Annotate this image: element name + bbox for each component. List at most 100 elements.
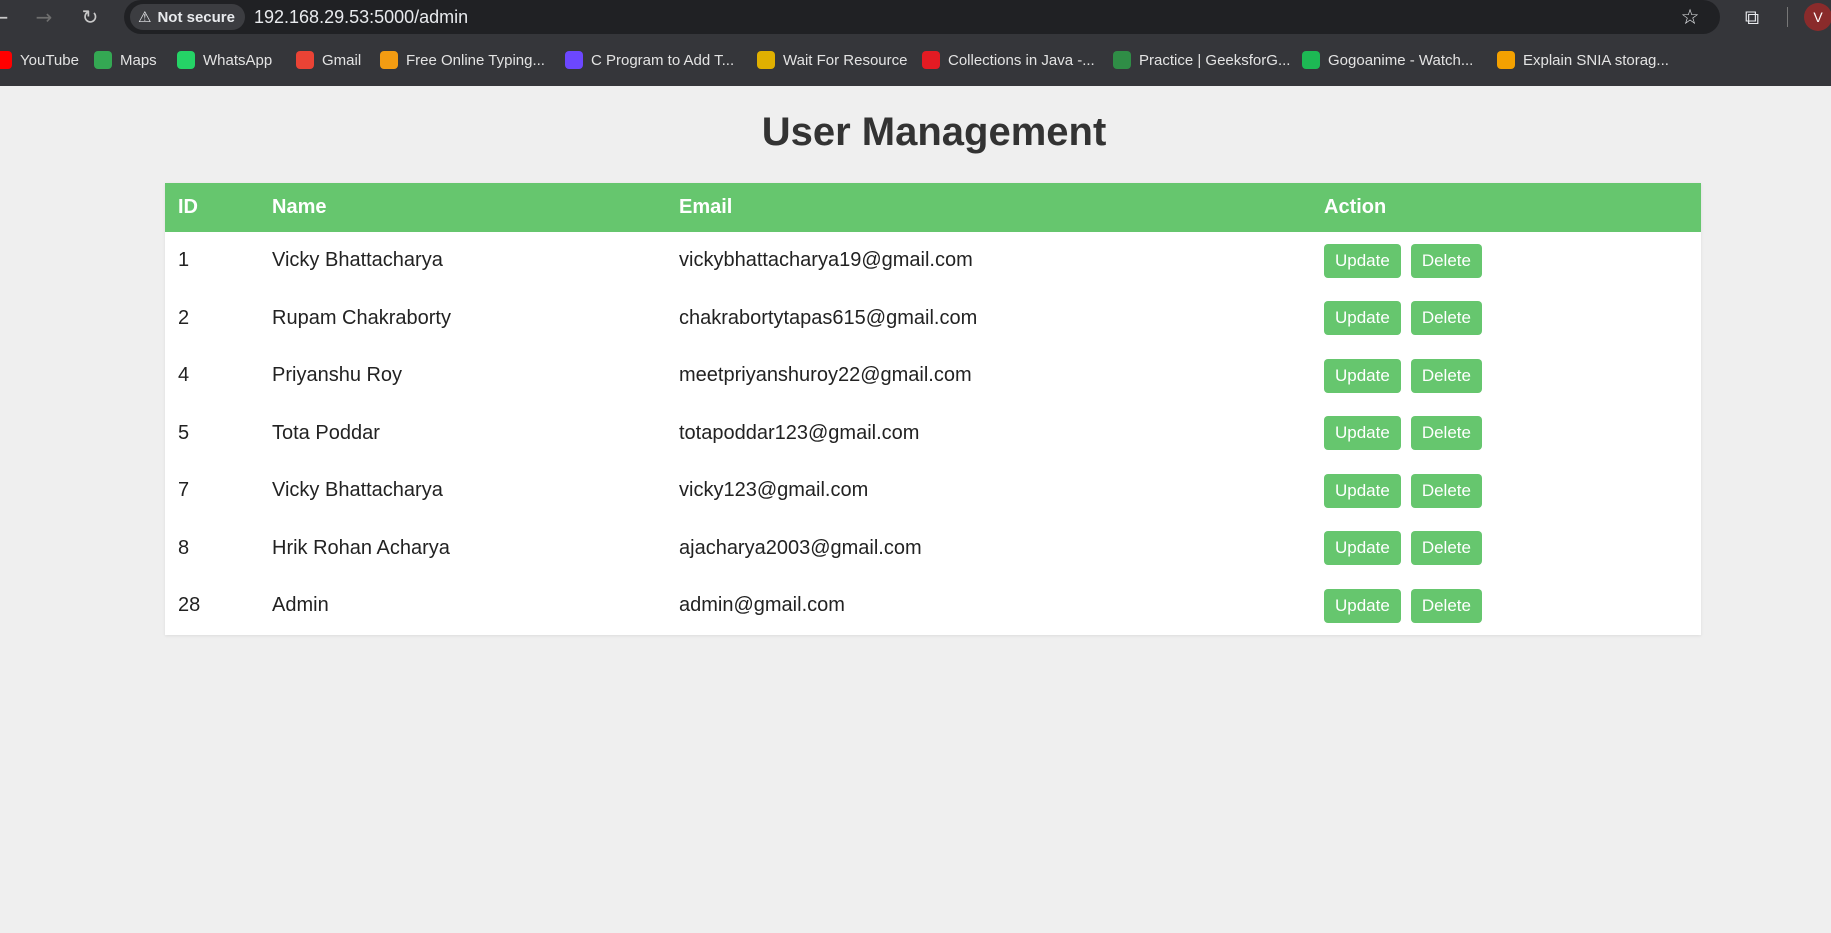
header-action: Action — [1324, 196, 1387, 218]
cell-name: Rupam Chakraborty — [272, 306, 451, 329]
cell-actions: Update Delete — [1311, 462, 1701, 520]
youtube-icon — [0, 51, 12, 69]
bookmark-item[interactable]: Maps — [94, 48, 157, 72]
whatsapp-icon — [177, 51, 195, 69]
geeksforgeeks-icon — [1113, 51, 1131, 69]
cell-id: 2 — [178, 306, 190, 329]
cell-actions: Update Delete — [1311, 520, 1701, 578]
update-button[interactable]: Update — [1324, 531, 1401, 566]
reload-icon[interactable]: ↻ — [76, 3, 104, 31]
header-name: Name — [272, 196, 327, 218]
users-table: ID Name Email Action 1 Vicky Bhattacharya… — [165, 183, 1701, 635]
bookmark-label: Free Online Typing... — [406, 51, 545, 69]
cell-email: vickybhattacharya19@gmail.com — [679, 249, 973, 272]
delete-button[interactable]: Delete — [1410, 473, 1482, 508]
cell-actions: Update Delete — [1311, 405, 1701, 463]
cell-name: Vicky Bhattacharya — [272, 249, 443, 272]
cell-name: Priyanshu Roy — [272, 364, 403, 387]
bookmark-label: Practice | GeeksforG... — [1139, 51, 1291, 69]
cell-name: Tota Poddar — [272, 421, 380, 444]
bookmarks-bar: YouTube Maps WhatsApp Gmail Free Online Typi… — [0, 34, 1831, 86]
cell-id: 7 — [178, 479, 190, 502]
header-id: ID — [178, 196, 198, 218]
cell-email: vicky123@gmail.com — [679, 479, 869, 502]
delete-button[interactable]: Delete — [1410, 358, 1482, 393]
update-button[interactable]: Update — [1324, 416, 1401, 451]
delete-button[interactable]: Delete — [1410, 243, 1482, 278]
cell-id: 1 — [178, 249, 190, 272]
cell-name: Hrik Rohan Acharya — [272, 536, 450, 559]
update-button[interactable]: Update — [1324, 301, 1401, 336]
bookmark-item[interactable]: Free Online Typing... — [380, 48, 545, 72]
table-row: 5 Tota Poddar totapoddar123@gmail.com Updat… — [165, 405, 1701, 463]
security-chip[interactable]: ⚠ Not secure — [130, 4, 245, 30]
delete-button[interactable]: Delete — [1410, 301, 1482, 336]
cell-name: Admin — [272, 594, 329, 617]
cell-actions: Update Delete — [1311, 290, 1701, 348]
bookmark-label: Collections in Java -... — [948, 51, 1095, 69]
table-row: 8 Hrik Rohan Acharya ajacharya2003@gmail.c… — [165, 520, 1701, 578]
cell-email: ajacharya2003@gmail.com — [679, 536, 922, 559]
bookmark-item[interactable]: C Program to Add T... — [565, 48, 734, 72]
bookmark-item[interactable]: Practice | GeeksforG... — [1113, 48, 1290, 72]
users-table-container: ID Name Email Action 1 Vicky Bhattacharya… — [165, 183, 1701, 635]
cell-email: admin@gmail.com — [679, 594, 845, 617]
table-row: 2 Rupam Chakraborty chakrabortytapas615@gm… — [165, 290, 1701, 348]
cell-email: totapoddar123@gmail.com — [679, 421, 920, 444]
bookmark-item[interactable]: YouTube — [0, 48, 79, 72]
gogoanime-icon — [1302, 51, 1320, 69]
maps-icon — [94, 51, 112, 69]
search-result-icon — [1497, 51, 1515, 69]
cell-actions: Update Delete — [1311, 232, 1701, 290]
bookmark-label: Wait For Resource — [783, 51, 908, 69]
bookmark-label: YouTube — [20, 51, 79, 69]
bookmark-label: Explain SNIA storag... — [1523, 51, 1669, 69]
extensions-icon[interactable]: ⧉ — [1738, 3, 1766, 31]
update-button[interactable]: Update — [1324, 588, 1401, 623]
delete-button[interactable]: Delete — [1410, 588, 1482, 623]
browser-toolbar: ← → ↻ ⚠ Not secure 192.168.29.53:5000/ad… — [0, 0, 1831, 34]
bookmark-item[interactable]: Gmail — [296, 48, 361, 72]
toolbar-divider — [1787, 7, 1788, 27]
cell-email: meetpriyanshuroy22@gmail.com — [679, 364, 972, 387]
update-button[interactable]: Update — [1324, 358, 1401, 393]
table-row: 28 Admin admin@gmail.com Update Delete — [165, 577, 1701, 635]
bookmark-label: WhatsApp — [203, 51, 273, 69]
bookmark-star-icon[interactable]: ☆ — [1676, 3, 1704, 31]
page-title: User Management — [761, 110, 1107, 154]
javatpoint-icon — [922, 51, 940, 69]
security-label: Not secure — [157, 8, 235, 26]
gmail-icon — [296, 51, 314, 69]
update-button[interactable]: Update — [1324, 243, 1401, 278]
users-table-body: 1 Vicky Bhattacharya vickybhattacharya19@g… — [165, 232, 1701, 635]
url-text[interactable]: 192.168.29.53:5000/admin — [254, 7, 468, 28]
table-row: 1 Vicky Bhattacharya vickybhattacharya19@g… — [165, 232, 1701, 290]
cell-id: 5 — [178, 421, 190, 444]
cell-actions: Update Delete — [1311, 347, 1701, 405]
update-button[interactable]: Update — [1324, 473, 1401, 508]
back-arrow-icon[interactable]: ← — [0, 3, 14, 31]
header-email: Email — [679, 196, 733, 218]
bookmark-label: Gogoanime - Watch... — [1328, 51, 1474, 69]
bookmark-item[interactable]: Wait For Resource — [757, 48, 907, 72]
bookmark-item[interactable]: Collections in Java -... — [922, 48, 1095, 72]
bookmark-label: C Program to Add T... — [591, 51, 735, 69]
cell-actions: Update Delete — [1311, 577, 1701, 635]
bookmark-label: Gmail — [322, 51, 362, 69]
bookmark-item[interactable]: Gogoanime - Watch... — [1302, 48, 1473, 72]
address-bar[interactable]: ⚠ Not secure 192.168.29.53:5000/admin — [124, 0, 1720, 34]
cell-email: chakrabortytapas615@gmail.com — [679, 306, 978, 329]
table-row: 7 Vicky Bhattacharya vicky123@gmail.com Upd… — [165, 462, 1701, 520]
delete-button[interactable]: Delete — [1410, 416, 1482, 451]
table-header-row: ID Name Email Action — [165, 183, 1701, 232]
table-row: 4 Priyanshu Roy meetpriyanshuroy22@gmail.c… — [165, 347, 1701, 405]
bookmark-item[interactable]: WhatsApp — [177, 48, 272, 72]
bookmark-label: Maps — [120, 51, 157, 69]
cell-id: 28 — [178, 594, 201, 617]
cell-id: 8 — [178, 536, 190, 559]
bookmark-item[interactable]: Explain SNIA storag... — [1497, 48, 1669, 72]
delete-button[interactable]: Delete — [1410, 531, 1482, 566]
profile-avatar[interactable]: V — [1804, 3, 1831, 31]
warning-triangle-icon: ⚠ — [138, 7, 152, 26]
forward-arrow-icon[interactable]: → — [30, 3, 58, 31]
